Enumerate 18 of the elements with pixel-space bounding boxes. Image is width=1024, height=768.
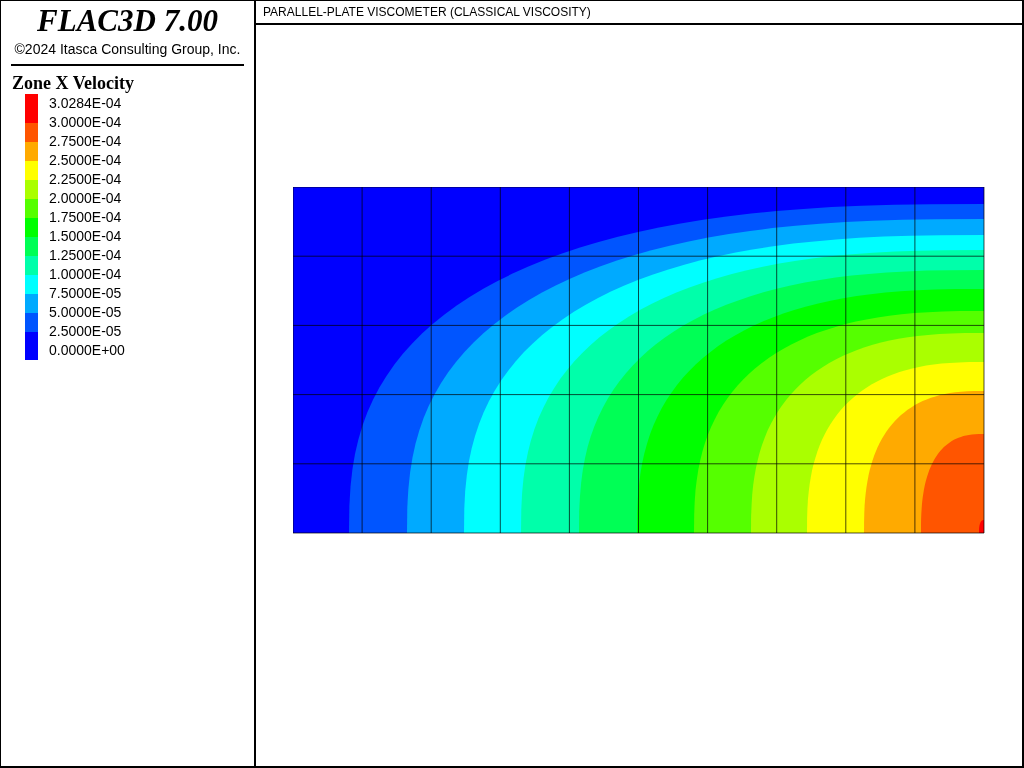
app-title: FLAC3D 7.00 — [36, 4, 219, 38]
legend-value-label: 2.5000E-05 — [49, 322, 123, 341]
legend-value-label: 5.0000E-05 — [49, 303, 123, 322]
legend-value-label: 1.7500E-04 — [49, 208, 123, 227]
legend-value-label: 1.5000E-04 — [49, 227, 123, 246]
legend-value-label: 3.0284E-04 — [49, 94, 123, 113]
legend-title: Zone X Velocity — [12, 73, 135, 94]
legend-value-label: 2.2500E-04 — [49, 170, 123, 189]
legend-value-label: 1.0000E-04 — [49, 265, 123, 284]
legend-value-label: 2.5000E-04 — [49, 151, 123, 170]
plot-title: PARALLEL-PLATE VISCOMETER (CLASSICAL VISCOSITY) — [256, 1, 1022, 25]
legend-value-label: 0.0000E+00 — [49, 341, 125, 360]
legend-value-label: 2.0000E-04 — [49, 189, 123, 208]
legend-value-label: 2.7500E-04 — [49, 132, 123, 151]
legend-value-label: 7.5000E-05 — [49, 284, 123, 303]
legend-value-label: 3.0000E-04 — [49, 113, 123, 132]
legend-value-label: 1.2500E-04 — [49, 246, 123, 265]
copyright-text: ©2024 Itasca Consulting Group, Inc. — [13, 41, 242, 57]
